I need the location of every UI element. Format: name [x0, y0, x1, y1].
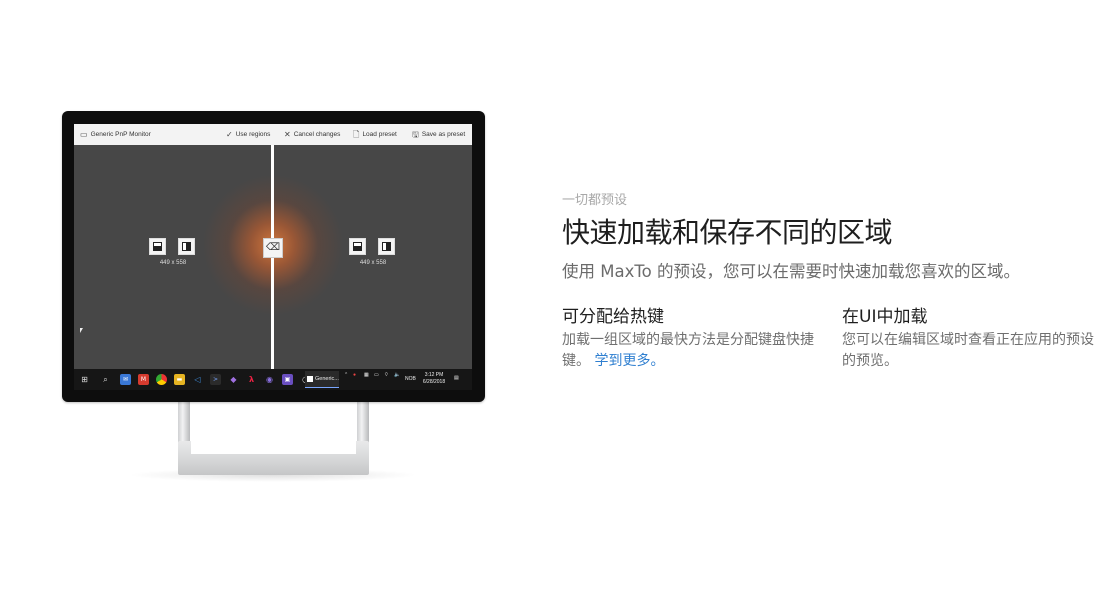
use-regions-button[interactable]: ✓ Use regions	[226, 124, 270, 145]
split-vertical-button[interactable]	[378, 238, 395, 255]
section-eyebrow: 一切都预设	[562, 193, 628, 208]
tray-app-icon[interactable]: ▦	[364, 372, 369, 378]
file-explorer-icon[interactable]: ▬	[174, 374, 185, 385]
load-preset-label: Load preset	[362, 131, 397, 138]
photos-icon[interactable]: ▣	[282, 374, 293, 385]
mail-icon[interactable]: ✉	[120, 374, 131, 385]
record-icon[interactable]: ●	[353, 372, 356, 378]
monitor-selector[interactable]: ▭ Generic PnP Monitor	[80, 124, 151, 145]
maxto-toolbar: ▭ Generic PnP Monitor ✓ Use regions ✕ Ca…	[74, 124, 472, 145]
feature-body: 您可以在编辑区域时查看正在应用的预设的预览。	[842, 330, 1098, 372]
eraser-icon: ⌫	[265, 242, 281, 253]
chrome-icon[interactable]	[156, 374, 167, 385]
taskbar-active-app[interactable]: Generic...	[305, 371, 339, 388]
feature-body: 加载一组区域的最快方法是分配键盘快捷键。 学到更多。	[562, 330, 818, 372]
clock-date: 6/28/2018	[422, 379, 446, 385]
region-size-label: 449 x 558	[359, 260, 387, 266]
split-vertical-icon	[182, 242, 191, 251]
stand-base-gap	[191, 441, 356, 454]
check-icon: ✓	[226, 129, 233, 139]
split-horizontal-icon	[153, 242, 162, 251]
clock-time: 3:12 PM	[424, 372, 444, 378]
gmail-icon[interactable]: M	[138, 374, 149, 385]
windows-start-icon[interactable]: ⊞	[79, 374, 90, 385]
cancel-changes-label: Cancel changes	[293, 131, 341, 138]
tray-chevron-icon[interactable]: ⌃	[344, 372, 348, 378]
feature-title: 可分配给热键	[562, 307, 664, 327]
region-editor[interactable]: 449 x 558 ⌫ 449 x 558	[74, 145, 472, 369]
split-horizontal-icon	[353, 242, 362, 251]
wifi-icon[interactable]: ⌔	[384, 372, 389, 378]
save-as-preset-button[interactable]: 🖫 Save as preset	[412, 124, 465, 145]
surface-studio-device: ▭ Generic PnP Monitor ✓ Use regions ✕ Ca…	[62, 111, 485, 402]
split-vertical-button[interactable]	[178, 238, 195, 255]
file-icon: 🗋	[353, 129, 360, 139]
language-indicator[interactable]: NOB	[405, 376, 416, 382]
monitor-name: Generic PnP Monitor	[90, 131, 151, 138]
split-horizontal-button[interactable]	[349, 238, 366, 255]
device-screen: ▭ Generic PnP Monitor ✓ Use regions ✕ Ca…	[74, 124, 472, 390]
feature-title: 在UI中加载	[842, 307, 928, 327]
visual-studio-icon[interactable]: ◆	[228, 374, 239, 385]
taskbar-clock[interactable]: 3:12 PM 6/28/2018	[422, 372, 446, 386]
use-regions-label: Use regions	[235, 131, 271, 138]
volume-icon[interactable]: 🔈	[394, 372, 400, 378]
mouse-cursor-icon	[80, 328, 83, 333]
vscode-icon[interactable]: ◁	[192, 374, 203, 385]
monitor-icon: ▭	[80, 129, 88, 139]
eraser-button[interactable]: ⌫	[263, 238, 283, 258]
windows-taskbar: ⊞ ⌕ ✉ M ▬ ◁ > ◆ λ ◉ ▣ ◷ Generic... ⌃ ● ▦…	[74, 369, 472, 390]
app-icon[interactable]: ◉	[264, 374, 275, 385]
search-icon[interactable]: ⌕	[100, 374, 111, 385]
section-title: 快速加载和保存不同的区域	[562, 216, 893, 249]
feature-description: 您可以在编辑区域时查看正在应用的预设的预览。	[842, 332, 1094, 369]
network-icon[interactable]: ▭	[374, 372, 379, 378]
section-subtitle: 使用 MaxTo 的预设，您可以在需要时快速加载您喜欢的区域。	[562, 262, 1020, 281]
lambda-icon[interactable]: λ	[246, 374, 257, 385]
save-icon: 🖫	[412, 129, 419, 139]
save-as-preset-label: Save as preset	[421, 131, 466, 138]
split-horizontal-button[interactable]	[149, 238, 166, 255]
terminal-icon[interactable]: >	[210, 374, 221, 385]
load-preset-button[interactable]: 🗋 Load preset	[353, 124, 397, 145]
close-icon: ✕	[284, 129, 291, 139]
split-vertical-icon	[382, 242, 391, 251]
learn-more-link[interactable]: 学到更多。	[594, 353, 664, 369]
active-app-label: Generic...	[315, 376, 339, 382]
monitor-app-icon	[307, 376, 313, 382]
cancel-changes-button[interactable]: ✕ Cancel changes	[284, 124, 340, 145]
notifications-icon[interactable]: ▤	[454, 375, 459, 381]
region-size-label: 449 x 558	[159, 260, 187, 266]
